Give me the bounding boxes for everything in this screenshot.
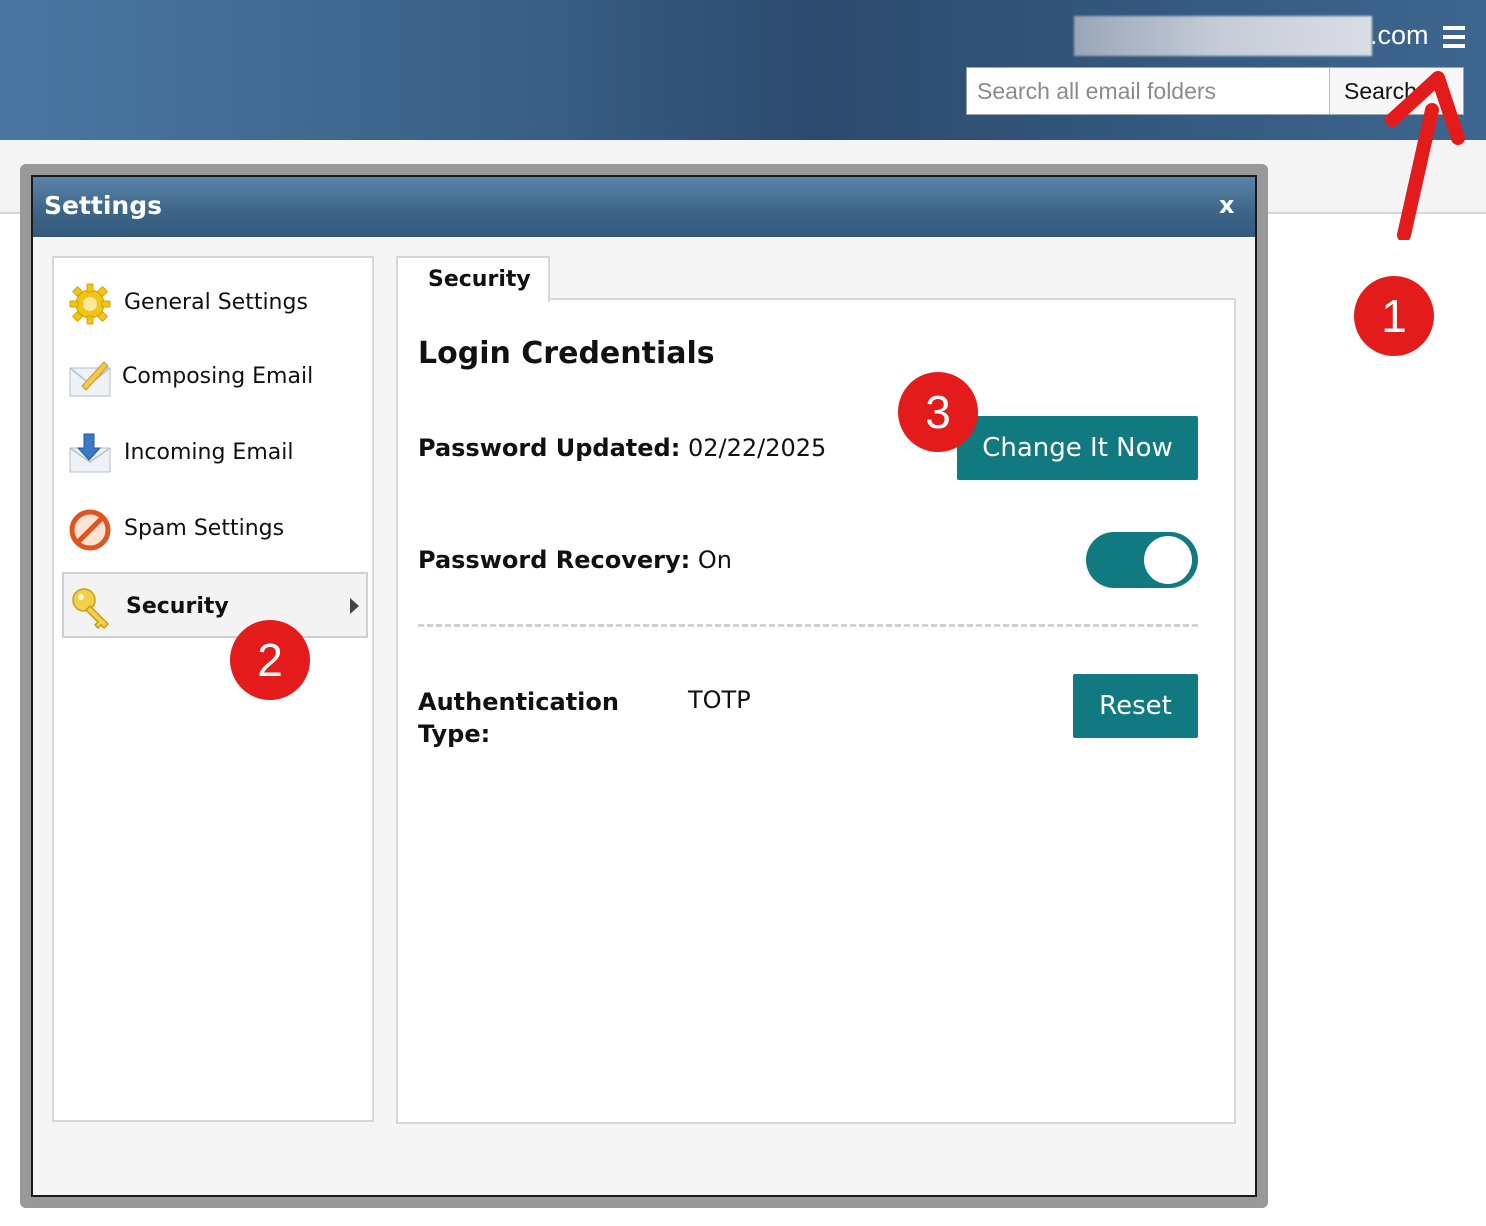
sidebar-item-label: Composing Email [122, 364, 314, 389]
sidebar-item-security[interactable]: Security [62, 572, 368, 638]
password-updated-value: 02/22/2025 [687, 434, 827, 462]
password-updated-row: Password Updated: 02/22/2025 [418, 434, 826, 462]
toggle-knob [1144, 536, 1192, 584]
annotation-badge-2: 2 [230, 620, 310, 700]
envelope-pencil-icon [69, 361, 111, 397]
password-recovery-row: Password Recovery: On [418, 546, 732, 574]
reset-auth-button[interactable]: Reset [1073, 674, 1198, 738]
sidebar-item-incoming-email[interactable]: Incoming Email [62, 420, 368, 486]
chevron-right-icon [350, 598, 359, 614]
settings-sidebar: General Settings Composing Email Incomin… [52, 256, 374, 1122]
password-recovery-value: On [697, 546, 732, 574]
incoming-envelope-icon [69, 433, 111, 473]
section-divider [418, 624, 1198, 627]
dialog-titlebar: Settings x [33, 177, 1255, 237]
sidebar-item-label: Security [126, 594, 229, 619]
sidebar-item-label: General Settings [124, 290, 308, 315]
password-updated-label: Password Updated: [418, 434, 681, 462]
dialog-title: Settings [44, 191, 163, 220]
password-recovery-toggle[interactable] [1086, 532, 1198, 588]
no-entry-icon [69, 509, 111, 551]
sidebar-item-label: Incoming Email [124, 440, 294, 465]
annotation-arrow [1385, 71, 1465, 240]
tab-label: Security [428, 267, 531, 292]
email-domain-suffix: .com [1370, 20, 1429, 50]
annotation-badge-3: 3 [898, 372, 978, 452]
section-heading: Login Credentials [418, 336, 715, 371]
key-icon [72, 588, 110, 630]
redacted-email-address [1074, 16, 1372, 56]
sidebar-item-general-settings[interactable]: General Settings [62, 270, 368, 336]
gear-icon [69, 283, 111, 325]
annotation-badge-1: 1 [1354, 276, 1434, 356]
password-recovery-label: Password Recovery: [418, 546, 691, 574]
tab-security[interactable]: Security [396, 256, 550, 302]
sidebar-item-spam-settings[interactable]: Spam Settings [62, 496, 368, 562]
auth-type-label-line2: Type: [418, 720, 491, 748]
close-icon[interactable]: x [1219, 191, 1234, 219]
hamburger-icon[interactable] [1443, 26, 1465, 48]
sidebar-item-label: Spam Settings [124, 516, 285, 541]
sidebar-item-composing-email[interactable]: Composing Email [62, 344, 368, 410]
auth-type-value: TOTP [688, 686, 751, 714]
auth-type-label: Authentication Type: [418, 686, 619, 750]
search-input[interactable] [967, 68, 1329, 114]
change-password-button[interactable]: Change It Now [957, 416, 1198, 480]
auth-type-label-line1: Authentication [418, 688, 619, 716]
